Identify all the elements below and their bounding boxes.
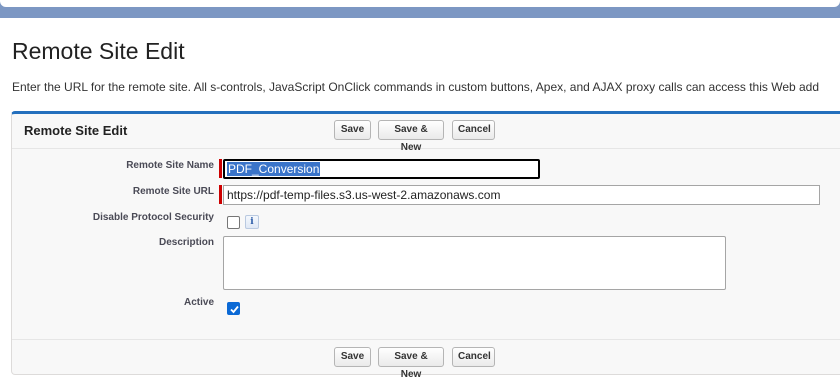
page-title: Remote Site Edit — [12, 38, 185, 64]
remote-site-url-label: Remote Site URL — [132, 186, 214, 197]
info-icon[interactable]: i — [245, 215, 259, 229]
cancel-button-bottom[interactable]: Cancel — [452, 347, 495, 367]
edit-panel: Remote Site Edit Save Save & New Cancel … — [11, 111, 840, 380]
remote-site-name-input[interactable]: PDF_Conversion — [223, 159, 540, 179]
required-indicator — [219, 159, 222, 178]
save-button-bottom[interactable]: Save — [334, 347, 371, 367]
disable-protocol-security-label: Disable Protocol Security — [92, 212, 214, 223]
panel-footer-divider — [12, 339, 840, 340]
description-label: Description — [158, 237, 214, 248]
disable-protocol-security-checkbox[interactable] — [227, 216, 240, 229]
description-textarea[interactable] — [223, 236, 726, 290]
save-new-button-top[interactable]: Save & New — [378, 120, 444, 153]
check-icon — [230, 305, 239, 314]
save-button-top[interactable]: Save — [334, 120, 371, 140]
remote-site-name-value: PDF_Conversion — [227, 162, 321, 176]
panel-title: Remote Site Edit — [24, 123, 128, 138]
page-instructions: Enter the URL for the remote site. All s… — [12, 80, 820, 94]
required-indicator — [219, 185, 222, 204]
cancel-button-top[interactable]: Cancel — [452, 120, 495, 140]
active-label: Active — [183, 297, 214, 308]
panel-header: Remote Site Edit Save Save & New Cancel — [12, 114, 840, 153]
top-banner — [0, 0, 840, 18]
save-new-button-bottom[interactable]: Save & New — [378, 347, 444, 380]
active-checkbox[interactable] — [227, 302, 240, 315]
remote-site-url-input[interactable]: https://pdf-temp-files.s3.us-west-2.amaz… — [223, 185, 820, 205]
remote-site-name-label: Remote Site Name — [126, 160, 214, 171]
top-banner-edge — [0, 0, 840, 7]
